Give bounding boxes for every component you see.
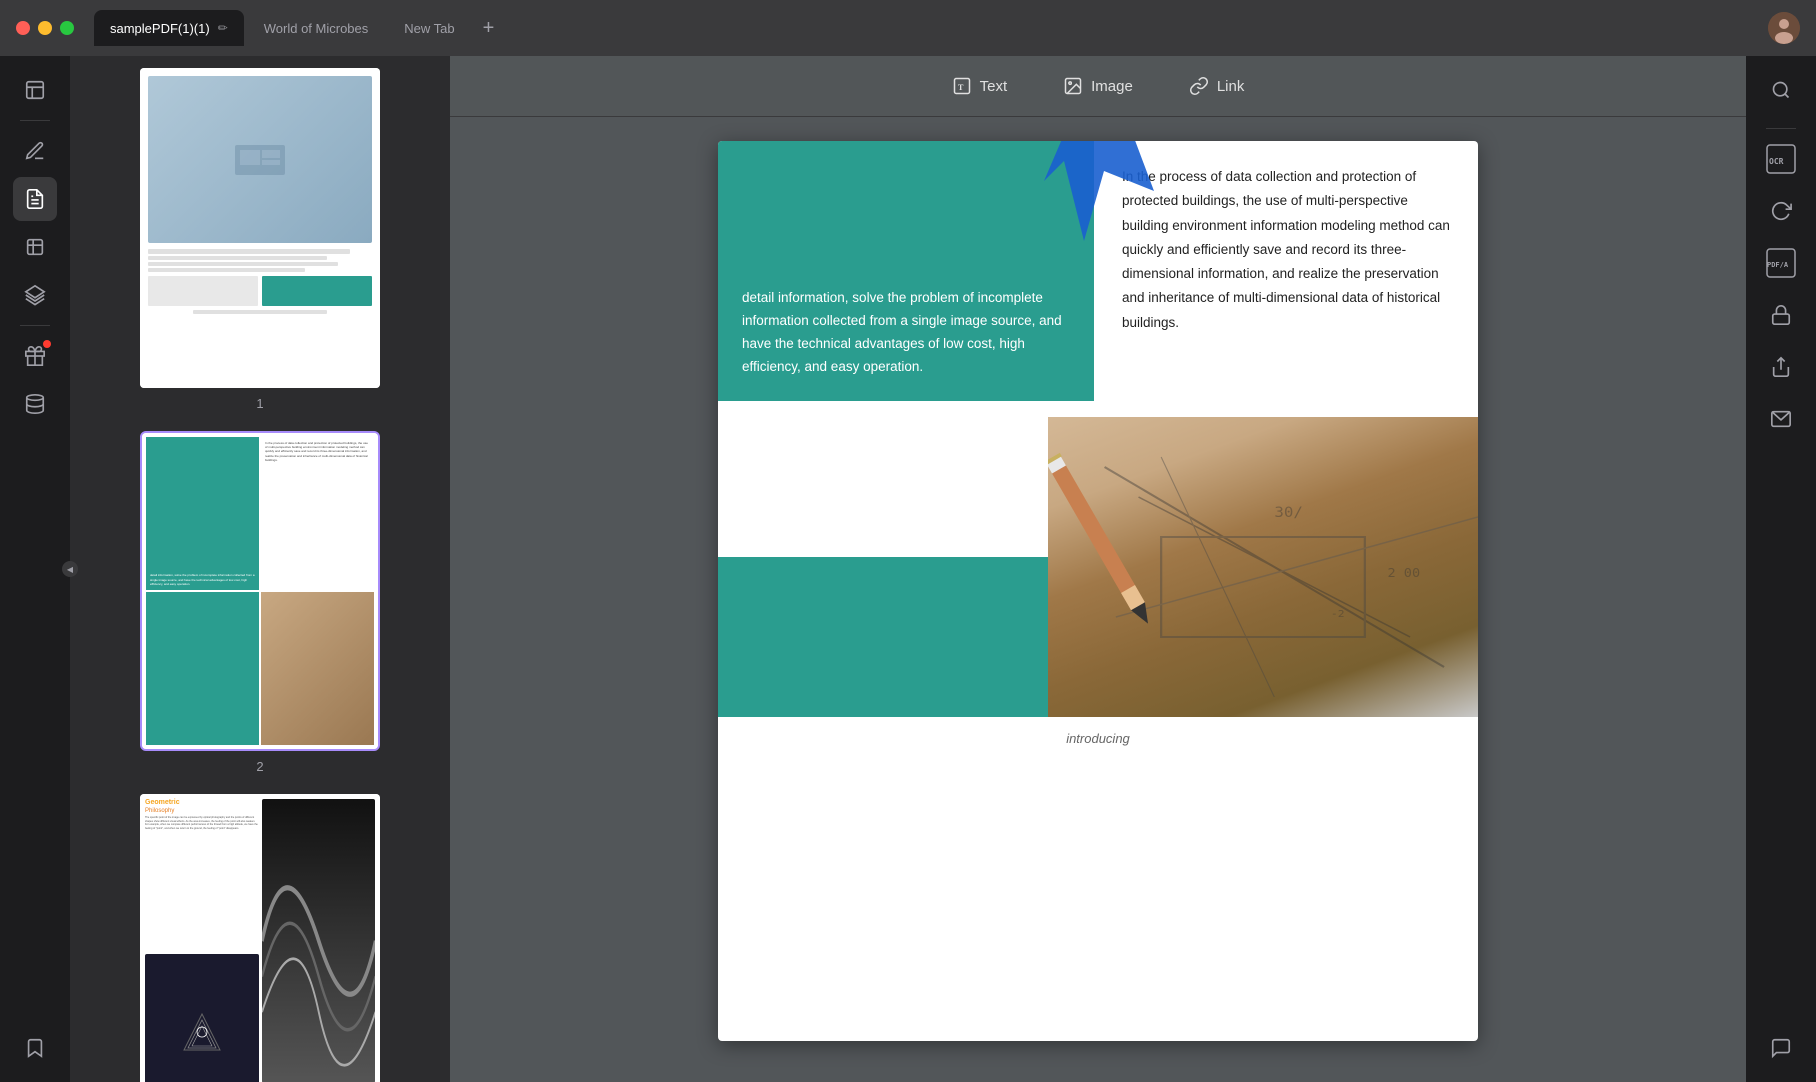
thumbnail-card-3[interactable]: Geometric Philosophy The specific point … <box>140 794 380 1082</box>
tab-bar: samplePDF(1)(1) ✏ World of Microbes New … <box>94 10 1768 46</box>
close-button[interactable] <box>16 21 30 35</box>
image-tool-button[interactable]: Image <box>1047 68 1149 104</box>
thumbnail-card-1[interactable] <box>140 68 380 388</box>
sidebar-right: OCR PDF/A <box>1746 56 1816 1082</box>
svg-text:T: T <box>957 83 963 92</box>
pdf-a-button[interactable]: PDF/A <box>1759 241 1803 285</box>
sidebar-left: ◀ <box>0 56 70 1082</box>
text-tool-button[interactable]: T Text <box>936 68 1024 104</box>
sidebar-reader-icon[interactable] <box>13 68 57 112</box>
avatar <box>1768 12 1800 44</box>
image-icon <box>1063 76 1083 96</box>
intro-label: introducing <box>718 717 1478 760</box>
svg-text:30/: 30/ <box>1274 504 1303 521</box>
svg-text:OCR: OCR <box>1769 157 1784 166</box>
thumbnail-2: detail information, solve the problem of… <box>86 431 434 774</box>
teal-box-text: detail information, solve the problem of… <box>742 287 1070 379</box>
mail-button[interactable] <box>1759 397 1803 441</box>
sidebar-markup-icon[interactable] <box>13 129 57 173</box>
thumbnails-panel: 1 detail information, solve the problem … <box>70 56 450 1082</box>
share-button[interactable] <box>1759 345 1803 389</box>
svg-text:2 00: 2 00 <box>1387 567 1420 581</box>
thumbnail-label-1: 1 <box>256 396 263 411</box>
tab-new[interactable]: New Tab <box>388 10 470 46</box>
thumbnail-3: Geometric Philosophy The specific point … <box>86 794 434 1082</box>
tab-microbes-label: World of Microbes <box>264 21 369 36</box>
thumbnail-card-2[interactable]: detail information, solve the problem of… <box>140 431 380 751</box>
tab-pdf-label: samplePDF(1)(1) <box>110 21 210 36</box>
right-description-text: In the process of data collection and pr… <box>1122 165 1450 335</box>
sidebar-notes-icon[interactable] <box>13 177 57 221</box>
new-tab-button[interactable]: + <box>475 13 503 44</box>
refresh-button[interactable] <box>1759 189 1803 233</box>
svg-text:-2: -2 <box>1331 608 1345 620</box>
sidebar-stack-icon[interactable] <box>13 382 57 426</box>
blueprint-photo: 30/ 2 00 -2 <box>1048 417 1478 717</box>
maximize-button[interactable] <box>60 21 74 35</box>
divider-2 <box>20 325 50 326</box>
minimize-button[interactable] <box>38 21 52 35</box>
sidebar-layers-icon[interactable] <box>13 273 57 317</box>
sidebar-pages-icon[interactable] <box>13 225 57 269</box>
collapse-sidebar-button[interactable]: ◀ <box>62 561 78 577</box>
window-controls <box>16 21 74 35</box>
blue-arrow <box>1044 141 1154 241</box>
bottom-teal-box <box>718 557 1048 717</box>
tab-microbes[interactable]: World of Microbes <box>248 10 385 46</box>
titlebar: samplePDF(1)(1) ✏ World of Microbes New … <box>0 0 1816 56</box>
thumbnail-1: 1 <box>86 68 434 411</box>
lock-button[interactable] <box>1759 293 1803 337</box>
text-icon: T <box>952 76 972 96</box>
link-tool-label: Link <box>1217 78 1245 95</box>
link-tool-button[interactable]: Link <box>1173 68 1261 104</box>
tab-pdf[interactable]: samplePDF(1)(1) ✏ <box>94 10 244 46</box>
main-area: ◀ <box>0 56 1816 1082</box>
text-tool-label: Text <box>980 78 1008 95</box>
edit-icon: ✏ <box>218 21 228 35</box>
sidebar-bookmark-icon[interactable] <box>13 1026 57 1070</box>
tab-new-label: New Tab <box>404 21 454 36</box>
ocr-button[interactable]: OCR <box>1759 137 1803 181</box>
sidebar-gift-icon[interactable] <box>13 334 57 378</box>
pdf-area[interactable]: T Text Image Link <box>450 56 1746 1082</box>
pdf-page-2: detail information, solve the problem of… <box>718 141 1478 1041</box>
svg-text:PDF/A: PDF/A <box>1767 261 1789 269</box>
thumbnail-label-2: 2 <box>256 759 263 774</box>
chat-button[interactable] <box>1759 1026 1803 1070</box>
pdf-toolbar: T Text Image Link <box>450 56 1746 117</box>
divider-1 <box>20 120 50 121</box>
right-divider-1 <box>1766 128 1796 129</box>
link-icon <box>1189 76 1209 96</box>
notification-dot <box>43 340 51 348</box>
search-button[interactable] <box>1759 68 1803 112</box>
image-tool-label: Image <box>1091 78 1133 95</box>
